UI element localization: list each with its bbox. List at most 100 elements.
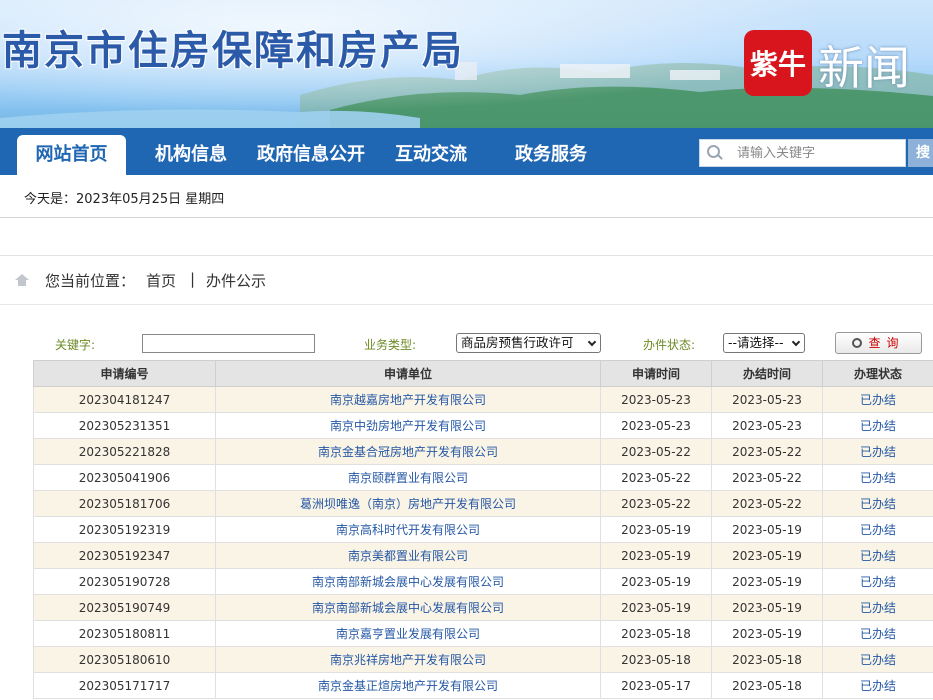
- search-input[interactable]: [737, 145, 897, 161]
- nav-item-gov-disclosure[interactable]: 政府信息公开: [257, 128, 365, 175]
- search-icon: [852, 338, 863, 348]
- nav-item-interaction[interactable]: 互动交流: [395, 128, 467, 175]
- applicant-unit-link[interactable]: 南京南部新城会展中心发展有限公司: [215, 568, 601, 595]
- table-header-row: 申请编号 申请单位 申请时间 办结时间 办理状态: [33, 360, 933, 387]
- keyword-input[interactable]: [142, 334, 315, 353]
- site-title: 南京市住房保障和房产局: [2, 27, 464, 74]
- application-id: 202305180811: [33, 620, 216, 647]
- apply-date: 2023-05-19: [600, 594, 712, 621]
- table-row[interactable]: 202305192347 南京美都置业有限公司 2023-05-19 2023-05-…: [33, 542, 933, 569]
- status-cell: 已办结: [822, 672, 933, 699]
- breadcrumb-current: 办件公示: [206, 272, 267, 290]
- nav-item-services[interactable]: 政务服务: [515, 128, 587, 175]
- completed-date: 2023-05-22: [711, 490, 823, 517]
- completed-date: 2023-05-23: [711, 412, 823, 439]
- applicant-unit-link[interactable]: 南京南部新城会展中心发展有限公司: [215, 594, 601, 621]
- status-select[interactable]: --请选择--: [723, 333, 805, 353]
- applicant-unit-link[interactable]: 南京越嘉房地产开发有限公司: [215, 386, 601, 413]
- nav-item-home[interactable]: 网站首页: [17, 135, 126, 175]
- search-icon: [707, 145, 723, 161]
- column-header: 申请编号: [33, 360, 216, 387]
- nav-item-org-info[interactable]: 机构信息: [155, 128, 227, 175]
- application-id: 202305180610: [33, 646, 216, 673]
- completed-date: 2023-05-19: [711, 516, 823, 543]
- table-row[interactable]: 202305041906 南京颐群置业有限公司 2023-05-22 2023-05-…: [33, 464, 933, 491]
- completed-date: 2023-05-19: [711, 542, 823, 569]
- applicant-unit-link[interactable]: 南京金基合冠房地产开发有限公司: [215, 438, 601, 465]
- logo-text: 新闻: [818, 41, 910, 95]
- application-id: 202304181247: [33, 386, 216, 413]
- table-row[interactable]: 202305180610 南京兆祥房地产开发有限公司 2023-05-18 2023-…: [33, 646, 933, 673]
- business-type-select[interactable]: 商品房预售行政许可: [456, 333, 601, 353]
- apply-date: 2023-05-22: [600, 490, 712, 517]
- breadcrumb: [0, 257, 933, 305]
- application-id: 202305181706: [33, 490, 216, 517]
- column-header: 办理状态: [822, 360, 933, 387]
- applicant-unit-link[interactable]: 南京金基正煊房地产开发有限公司: [215, 672, 601, 699]
- completed-date: 2023-05-22: [711, 464, 823, 491]
- apply-date: 2023-05-23: [600, 412, 712, 439]
- completed-date: 2023-05-18: [711, 646, 823, 673]
- results-table: 申请编号 申请单位 申请时间 办结时间 办理状态 202304181247 南京越…: [33, 360, 933, 699]
- application-id: 202305221828: [33, 438, 216, 465]
- application-id: 202305192347: [33, 542, 216, 569]
- business-type-label: 业务类型:: [364, 338, 417, 352]
- completed-date: 2023-05-19: [711, 620, 823, 647]
- applicant-unit-link[interactable]: 南京兆祥房地产开发有限公司: [215, 646, 601, 673]
- completed-date: 2023-05-23: [711, 386, 823, 413]
- status-cell: 已办结: [822, 516, 933, 543]
- status-cell: 已办结: [822, 594, 933, 621]
- table-row[interactable]: 202305231351 南京中劲房地产开发有限公司 2023-05-23 2023-…: [33, 412, 933, 439]
- search-box: [699, 139, 906, 167]
- query-button[interactable]: 查询: [835, 332, 922, 354]
- status-cell: 已办结: [822, 386, 933, 413]
- logo-mark: 紫牛: [744, 30, 812, 96]
- status-cell: 已办结: [822, 542, 933, 569]
- breadcrumb-home-link[interactable]: 首页: [146, 270, 176, 291]
- completed-date: 2023-05-19: [711, 594, 823, 621]
- status-cell: 已办结: [822, 412, 933, 439]
- column-header: 申请单位: [215, 360, 601, 387]
- status-label: 办件状态:: [643, 338, 696, 352]
- table-body: 202304181247 南京越嘉房地产开发有限公司 2023-05-23 2023-…: [33, 386, 933, 699]
- table-row[interactable]: 202305190728 南京南部新城会展中心发展有限公司 2023-05-19 20…: [33, 568, 933, 595]
- applicant-unit-link[interactable]: 南京中劲房地产开发有限公司: [215, 412, 601, 439]
- applicant-unit-link[interactable]: 南京高科时代开发有限公司: [215, 516, 601, 543]
- table-row[interactable]: 202305181706 葛洲坝唯逸（南京）房地产开发有限公司 2023-05-22…: [33, 490, 933, 517]
- apply-date: 2023-05-19: [600, 516, 712, 543]
- applicant-unit-link[interactable]: 葛洲坝唯逸（南京）房地产开发有限公司: [215, 490, 601, 517]
- status-cell: 已办结: [822, 646, 933, 673]
- keyword-label: 关键字:: [55, 338, 96, 352]
- table-row[interactable]: 202305180811 南京嘉亨置业发展有限公司 2023-05-18 2023-0…: [33, 620, 933, 647]
- applicant-unit-link[interactable]: 南京颐群置业有限公司: [215, 464, 601, 491]
- spacer-strip: [0, 219, 933, 256]
- application-id: 202305190728: [33, 568, 216, 595]
- table-row[interactable]: 202304181247 南京越嘉房地产开发有限公司 2023-05-23 2023-…: [33, 386, 933, 413]
- status-cell: 已办结: [822, 438, 933, 465]
- table-row[interactable]: 202305192319 南京高科时代开发有限公司 2023-05-19 2023-0…: [33, 516, 933, 543]
- application-id: 202305190749: [33, 594, 216, 621]
- completed-date: 2023-05-19: [711, 568, 823, 595]
- query-button-label: 查询: [868, 336, 905, 350]
- business-type-value: 商品房预售行政许可: [461, 335, 574, 350]
- application-id: 202305171717: [33, 672, 216, 699]
- apply-date: 2023-05-22: [600, 438, 712, 465]
- applicant-unit-link[interactable]: 南京美都置业有限公司: [215, 542, 601, 569]
- header-banner: 南京市住房保障和房产局 紫牛 新闻: [0, 0, 933, 128]
- status-cell: 已办结: [822, 490, 933, 517]
- today-date: 今天是：2023年05月25日 星期四: [24, 192, 225, 207]
- status-cell: 已办结: [822, 568, 933, 595]
- column-header: 办结时间: [711, 360, 823, 387]
- apply-date: 2023-05-23: [600, 386, 712, 413]
- status-value: --请选择--: [728, 335, 784, 350]
- apply-date: 2023-05-22: [600, 464, 712, 491]
- table-row[interactable]: 202305190749 南京南部新城会展中心发展有限公司 2023-05-19 20…: [33, 594, 933, 621]
- breadcrumb-prefix: 您当前位置：: [45, 272, 136, 290]
- apply-date: 2023-05-19: [600, 542, 712, 569]
- table-row[interactable]: 202305221828 南京金基合冠房地产开发有限公司 2023-05-22 202…: [33, 438, 933, 465]
- search-button[interactable]: 搜: [908, 139, 933, 167]
- table-row[interactable]: 202305171717 南京金基正煊房地产开发有限公司 2023-05-17 202…: [33, 672, 933, 699]
- apply-date: 2023-05-18: [600, 646, 712, 673]
- application-id: 202305192319: [33, 516, 216, 543]
- applicant-unit-link[interactable]: 南京嘉亨置业发展有限公司: [215, 620, 601, 647]
